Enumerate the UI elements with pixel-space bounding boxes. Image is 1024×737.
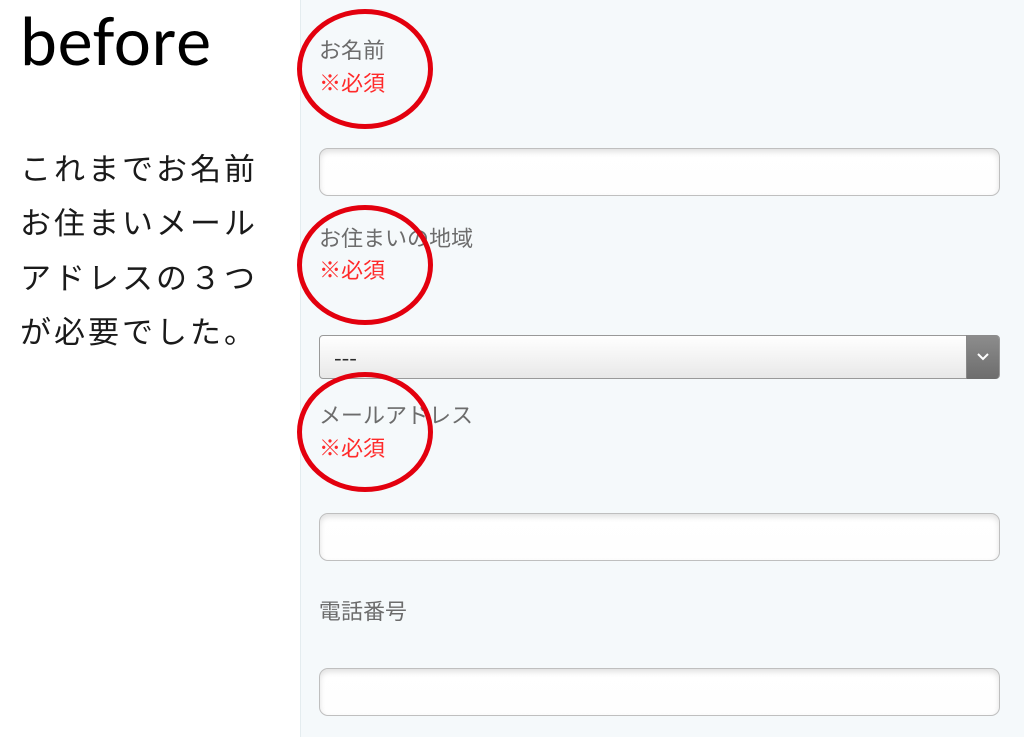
page-title: before [20, 0, 286, 76]
name-label: お名前 [319, 34, 1000, 65]
name-required-mark: ※必須 [319, 67, 1000, 98]
region-required-mark: ※必須 [319, 254, 1000, 285]
name-input[interactable] [319, 148, 1000, 196]
field-group-name: お名前 ※必須 [319, 34, 1000, 98]
phone-label: 電話番号 [319, 595, 1000, 626]
field-group-region: お住まいの地域 ※必須 [319, 222, 1000, 286]
region-select[interactable]: --- [319, 335, 1000, 379]
caption-text: これまでお名前お住まいメールアドレスの３つが必要でした。 [20, 140, 286, 357]
form-area: お名前 ※必須 お住まいの地域 ※必須 --- メールアドレス ※必須 [300, 0, 1024, 737]
field-group-email: メールアドレス ※必須 [319, 399, 1000, 463]
region-selected-value: --- [334, 341, 357, 373]
region-label: お住まいの地域 [319, 222, 1000, 253]
email-input[interactable] [319, 513, 1000, 561]
email-required-mark: ※必須 [319, 432, 1000, 463]
email-label: メールアドレス [319, 399, 1000, 430]
chevron-down-icon [966, 335, 999, 379]
phone-input[interactable] [319, 668, 1000, 716]
sidebar: before これまでお名前お住まいメールアドレスの３つが必要でした。 [0, 0, 300, 737]
field-group-phone: 電話番号 [319, 595, 1000, 626]
